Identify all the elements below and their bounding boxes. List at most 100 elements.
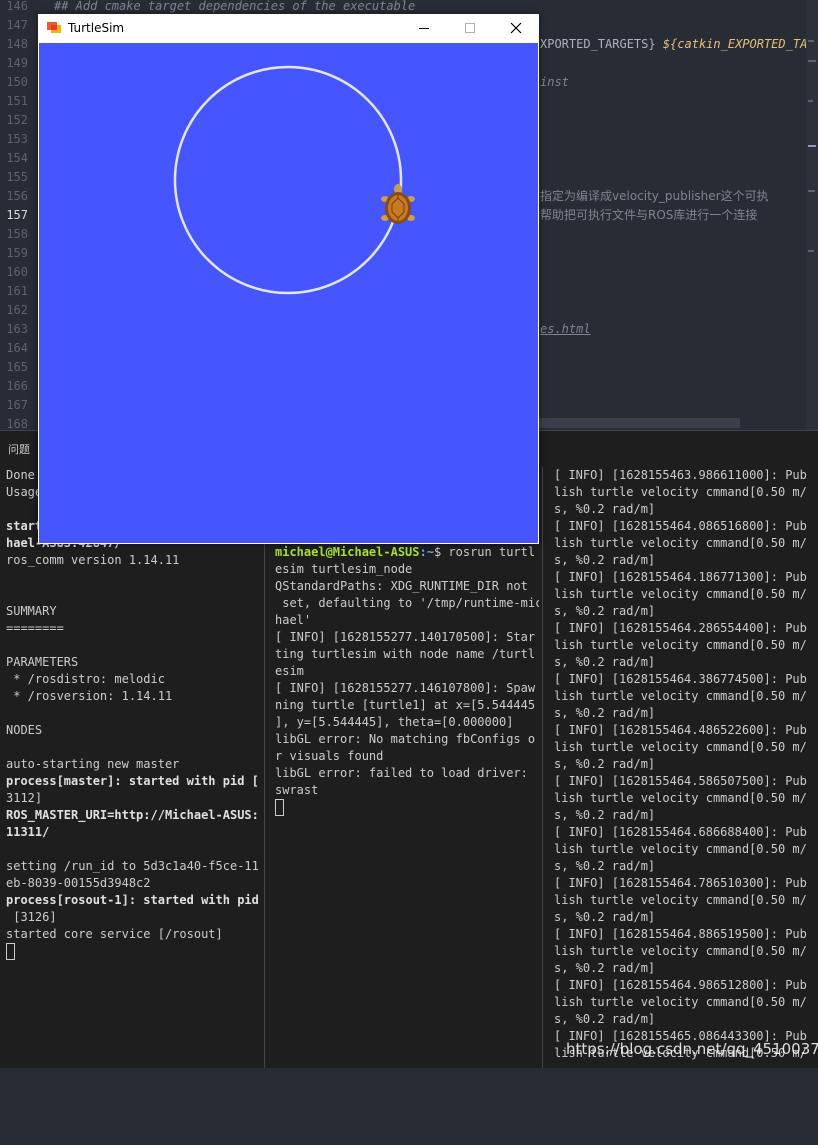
terminal-line: lish turtle velocity cmmand[0.50 m/ bbox=[554, 893, 807, 907]
terminal-line: s, %0.2 rad/m] bbox=[554, 910, 656, 924]
terminal-cursor bbox=[6, 943, 15, 960]
terminal-2[interactable]: michael@Michael-ASUS:~$ rosrun turtl esi… bbox=[275, 544, 539, 1145]
terminal-splitter[interactable] bbox=[264, 467, 265, 1068]
close-icon bbox=[510, 22, 522, 34]
terminal-line: Usage bbox=[6, 485, 43, 499]
terminal-line: [ INFO] [1628155464.686688400]: Pub bbox=[554, 825, 807, 839]
line-number: 167 bbox=[6, 398, 28, 412]
maximize-button[interactable] bbox=[447, 14, 493, 42]
terminal-splitter[interactable] bbox=[542, 467, 543, 1068]
code-line-148-part1: XPORTED_TARGETS} bbox=[540, 37, 656, 51]
terminal-line: process[rosout-1]: started with pid bbox=[6, 893, 259, 907]
line-number: 155 bbox=[6, 170, 28, 184]
terminal-line: lish turtle velocity cmmand[0.50 m/ bbox=[554, 995, 807, 1009]
terminal-line: ros_comm version 1.14.11 bbox=[6, 553, 180, 567]
line-number: 147 bbox=[6, 18, 28, 32]
code-line-150: inst bbox=[540, 75, 569, 89]
terminal-line: [ INFO] [1628155464.986512800]: Pub bbox=[554, 978, 807, 992]
tab-problems[interactable]: 问题 bbox=[8, 441, 30, 457]
terminal-line: s, %0.2 rad/m] bbox=[554, 655, 656, 669]
terminal-line: NODES bbox=[6, 723, 43, 737]
turtlesim-scene bbox=[173, 65, 415, 295]
terminal-line: libGL error: No matching fbConfigs o bbox=[275, 732, 536, 746]
line-number-gutter: 146 147 148 149 150 151 152 153 154 155 156 157 158 1… bbox=[0, 0, 40, 431]
terminal-line: [ INFO] [1628155463.986611000]: Pub bbox=[554, 468, 807, 482]
terminal-2-output: esim turtlesim_node QStandardPaths: XDG_… bbox=[275, 561, 539, 799]
terminal-line: * /rosversion: 1.14.11 bbox=[6, 689, 173, 703]
terminal-line: [ INFO] [1628155464.386774500]: Pub bbox=[554, 672, 807, 686]
line-number: 166 bbox=[6, 379, 28, 393]
terminal-line: s, %0.2 rad/m] bbox=[554, 706, 656, 720]
minimize-button[interactable] bbox=[401, 14, 447, 42]
code-line-163-link[interactable]: es.html bbox=[540, 320, 591, 339]
terminal-line: hael' bbox=[275, 613, 312, 627]
minimize-icon bbox=[419, 28, 429, 29]
terminal-line: swrast bbox=[275, 783, 319, 797]
prompt-user: michael@Michael-ASUS bbox=[275, 545, 420, 559]
terminal-line: s, %0.2 rad/m] bbox=[554, 502, 656, 516]
terminal-line: ning turtle [turtle1] at x=[5.544445 bbox=[275, 698, 536, 712]
terminal-line: process[master]: started with pid [ bbox=[6, 774, 259, 788]
terminal-line: s, %0.2 rad/m] bbox=[554, 859, 656, 873]
terminal-line: ], y=[5.544445], theta=[0.000000] bbox=[275, 715, 514, 729]
line-number: 157 bbox=[6, 208, 28, 222]
terminal-line: s, %0.2 rad/m] bbox=[554, 808, 656, 822]
terminal-line: 3112] bbox=[6, 791, 43, 805]
terminal-line: Done bbox=[6, 468, 35, 482]
window-titlebar[interactable]: TurtleSim bbox=[38, 14, 539, 42]
terminal-2-prompt-line: michael@Michael-ASUS:~$ rosrun turtl bbox=[275, 544, 539, 561]
terminal-line: SUMMARY bbox=[6, 604, 57, 618]
terminal-line: libGL error: failed to load driver: bbox=[275, 766, 528, 780]
terminal-line: [ INFO] [1628155464.886519500]: Pub bbox=[554, 927, 807, 941]
terminal-line: [ INFO] [1628155464.486522600]: Pub bbox=[554, 723, 807, 737]
terminal-line: start bbox=[6, 519, 43, 533]
turtlesim-app-icon bbox=[47, 22, 61, 33]
terminal-3-output: [ INFO] [1628155463.986611000]: Pub lish… bbox=[554, 467, 818, 1062]
line-number: 164 bbox=[6, 341, 28, 355]
terminal-line: eb-8039-00155d3948c2 bbox=[6, 876, 151, 890]
close-button[interactable] bbox=[493, 14, 539, 42]
terminal-line: started core service [/rosout] bbox=[6, 927, 223, 941]
terminal-line: ======== bbox=[6, 621, 64, 635]
terminal-line: r visuals found bbox=[275, 749, 384, 763]
line-number: 165 bbox=[6, 360, 28, 374]
line-number: 161 bbox=[6, 284, 28, 298]
terminal-line: [ INFO] [1628155277.146107800]: Spaw bbox=[275, 681, 536, 695]
line-number: 152 bbox=[6, 113, 28, 127]
turtlesim-window[interactable]: TurtleSim bbox=[38, 14, 539, 544]
prompt-path: :~ bbox=[419, 545, 434, 559]
terminal-line: setting /run_id to 5d3c1a40-f5ce-11 bbox=[6, 859, 259, 873]
line-number: 151 bbox=[6, 94, 28, 108]
terminal-line: * /rosdistro: melodic bbox=[6, 672, 165, 686]
terminal-line: lish turtle velocity cmmand[0.50 m/ bbox=[554, 485, 807, 499]
terminal-line: lish turtle velocity cmmand[0.50 m/ bbox=[554, 791, 807, 805]
terminal-line: [ INFO] [1628155464.786510300]: Pub bbox=[554, 876, 807, 890]
code-line-157: 帮助把可执行文件与ROS库进行一个连接 bbox=[540, 208, 758, 222]
terminal-cursor bbox=[275, 799, 284, 816]
code-line-156: 指定为编译成velocity_publisher这个可执 bbox=[540, 189, 769, 203]
turtle-icon bbox=[381, 184, 415, 224]
prompt-command: $ rosrun turtl bbox=[433, 545, 536, 559]
line-number: 153 bbox=[6, 132, 28, 146]
terminal-line: [ INFO] [1628155277.140170500]: Star bbox=[275, 630, 536, 644]
line-number: 163 bbox=[6, 322, 28, 336]
terminal-line: s, %0.2 rad/m] bbox=[554, 604, 656, 618]
terminal-3[interactable]: [ INFO] [1628155463.986611000]: Pub lish… bbox=[554, 467, 818, 1068]
terminal-line: lish turtle velocity cmmand[0.50 m/ bbox=[554, 740, 807, 754]
terminal-1[interactable]: Done Usage start hael-ASUS:42847/ ros_co… bbox=[6, 467, 262, 1068]
window-title: TurtleSim bbox=[68, 21, 125, 35]
terminal-line: [ INFO] [1628155464.286554400]: Pub bbox=[554, 621, 807, 635]
terminal-line: s, %0.2 rad/m] bbox=[554, 757, 656, 771]
terminal-line: s, %0.2 rad/m] bbox=[554, 961, 656, 975]
minimap[interactable] bbox=[806, 0, 818, 431]
terminal-line: s, %0.2 rad/m] bbox=[554, 1012, 656, 1026]
terminal-line: PARAMETERS bbox=[6, 655, 79, 669]
line-number: 158 bbox=[6, 227, 28, 241]
terminal-line: [ INFO] [1628155464.586507500]: Pub bbox=[554, 774, 807, 788]
terminal-line: lish turtle velocity cmmand[0.50 m/ bbox=[554, 536, 807, 550]
terminal-line: ROS_MASTER_URI=http://Michael-ASUS: bbox=[6, 808, 259, 822]
turtle-trail bbox=[173, 65, 403, 295]
turtlesim-canvas bbox=[39, 43, 538, 543]
code-line-148: XPORTED_TARGETS} ${catkin_EXPORTED_TARG bbox=[540, 35, 818, 54]
line-number: 146 bbox=[6, 0, 28, 13]
